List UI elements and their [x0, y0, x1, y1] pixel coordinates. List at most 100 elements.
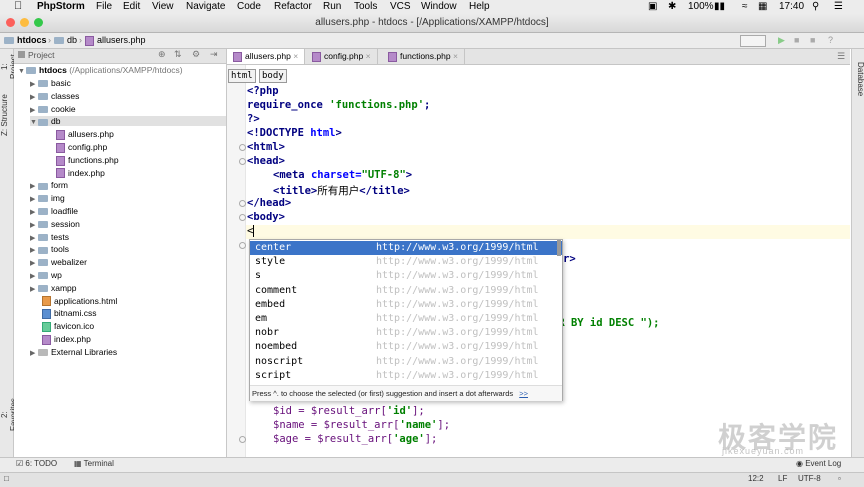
project-tool-button[interactable]: 1: Project: [0, 53, 18, 81]
expand-arrow-icon[interactable]: ▶: [30, 208, 38, 216]
event-log-button[interactable]: ◉ Event Log: [796, 459, 841, 468]
expand-arrow-icon[interactable]: ▶: [30, 93, 38, 101]
tree-item[interactable]: bitnami.css: [42, 308, 97, 320]
scroll-from-source-icon[interactable]: ⇅: [174, 49, 182, 60]
menu-view[interactable]: View: [152, 1, 174, 12]
input-icon[interactable]: ▦: [758, 1, 767, 12]
gear-icon[interactable]: ⚙: [192, 49, 200, 60]
bluetooth-icon[interactable]: ✱: [668, 1, 676, 12]
expand-arrow-icon[interactable]: ▶: [30, 106, 38, 114]
expand-arrow-icon[interactable]: ▶: [30, 259, 38, 267]
tree-item[interactable]: ▶ tools: [30, 244, 69, 254]
completion-item[interactable]: nobr http://www.w3.org/1999/html: [250, 326, 562, 340]
hide-panel-icon[interactable]: ⇥: [210, 49, 218, 60]
stop-icon[interactable]: ■: [810, 35, 815, 45]
lock-icon[interactable]: ▫: [838, 474, 841, 483]
completion-item[interactable]: center http://www.w3.org/1999/html: [250, 241, 562, 255]
menu-code[interactable]: Code: [237, 1, 261, 12]
menu-file[interactable]: File: [96, 1, 112, 12]
screen-record-icon[interactable]: ▣: [648, 1, 657, 12]
tree-item[interactable]: ▶ wp: [30, 270, 62, 280]
todo-tool-button[interactable]: ☑ 6: TODO: [16, 459, 57, 468]
expand-arrow-icon[interactable]: ▶: [30, 349, 38, 357]
tree-item[interactable]: ▶ loadfile: [30, 206, 78, 216]
expand-arrow-icon[interactable]: ▶: [30, 221, 38, 229]
collapse-icon[interactable]: ⊕: [158, 49, 166, 60]
tree-item[interactable]: allusers.php: [56, 129, 114, 140]
collapse-arrow-icon[interactable]: ▼: [30, 119, 38, 126]
apple-icon[interactable]: : [14, 0, 22, 12]
completion-item[interactable]: noscript http://www.w3.org/1999/html: [250, 355, 562, 369]
completion-item[interactable]: em http://www.w3.org/1999/html: [250, 312, 562, 326]
completion-item[interactable]: comment http://www.w3.org/1999/html: [250, 284, 562, 298]
help-icon[interactable]: ?: [828, 35, 833, 45]
breadcrumb-db[interactable]: db: [54, 35, 77, 45]
fold-marker-icon[interactable]: [239, 436, 246, 443]
expand-arrow-icon[interactable]: ▶: [30, 182, 38, 190]
menu-refactor[interactable]: Refactor: [274, 1, 312, 12]
menu-navigate[interactable]: Navigate: [186, 1, 225, 12]
status-toggle-icon[interactable]: □: [4, 474, 9, 483]
completion-item[interactable]: s http://www.w3.org/1999/html: [250, 269, 562, 283]
run-config-dropdown[interactable]: [740, 35, 766, 47]
database-tool-button[interactable]: Database: [852, 55, 864, 103]
breadcrumb-file[interactable]: allusers.php: [85, 35, 146, 46]
tree-item[interactable]: config.php: [56, 142, 107, 153]
app-name[interactable]: PhpStorm: [37, 1, 85, 12]
tab-allusers[interactable]: allusers.php ×: [227, 49, 306, 64]
tree-item[interactable]: ▶ tests: [30, 232, 69, 242]
tree-item[interactable]: index.php: [42, 334, 91, 345]
editor-breadcrumb-body[interactable]: body: [259, 69, 287, 83]
close-tab-icon[interactable]: ×: [293, 51, 298, 61]
tree-item[interactable]: ▶ cookie: [30, 104, 76, 114]
completion-item[interactable]: noembed http://www.w3.org/1999/html: [250, 340, 562, 354]
expand-arrow-icon[interactable]: ▶: [30, 246, 38, 254]
project-view-icon[interactable]: [18, 51, 25, 58]
search-icon[interactable]: ⚲: [812, 1, 819, 12]
tree-item[interactable]: functions.php: [56, 155, 119, 166]
structure-tool-button[interactable]: Z: Structure: [0, 89, 13, 141]
run-icon[interactable]: ▶: [778, 35, 785, 46]
expand-arrow-icon[interactable]: ▶: [30, 272, 38, 280]
tree-item[interactable]: ▶ classes: [30, 91, 79, 101]
tab-list-icon[interactable]: ☰: [837, 51, 845, 62]
line-separator[interactable]: LF: [778, 474, 787, 483]
close-tab-icon[interactable]: ×: [366, 51, 371, 61]
tree-item[interactable]: ▶ webalizer: [30, 257, 87, 267]
file-encoding[interactable]: UTF-8: [798, 474, 821, 483]
tree-item[interactable]: ▶ basic: [30, 78, 71, 88]
tree-item[interactable]: favicon.ico: [42, 321, 94, 332]
fold-marker-icon[interactable]: [239, 214, 246, 221]
menu-edit[interactable]: Edit: [123, 1, 140, 12]
menu-help[interactable]: Help: [469, 1, 490, 12]
fold-marker-icon[interactable]: [239, 144, 246, 151]
expand-arrow-icon[interactable]: ▶: [30, 285, 38, 293]
clock[interactable]: 17:40: [779, 1, 804, 12]
tree-item[interactable]: ▶ img: [30, 193, 65, 203]
editor-gutter[interactable]: [227, 65, 246, 457]
breadcrumb-htdocs[interactable]: htdocs: [4, 35, 47, 45]
hint-more-link[interactable]: >>: [519, 389, 528, 398]
tab-config[interactable]: config.php ×: [306, 49, 378, 64]
popup-scrollbar[interactable]: [557, 240, 561, 256]
terminal-tool-button[interactable]: ▦ Terminal: [74, 459, 114, 468]
wifi-icon[interactable]: ≈: [742, 1, 748, 12]
fold-marker-icon[interactable]: [239, 200, 246, 207]
menu-tools[interactable]: Tools: [354, 1, 377, 12]
menu-vcs[interactable]: VCS: [390, 1, 411, 12]
notification-icon[interactable]: ☰: [834, 1, 843, 12]
favorites-tool-button[interactable]: 2: Favorites: [0, 395, 18, 435]
editor-breadcrumb-html[interactable]: html: [228, 69, 256, 83]
battery-icon[interactable]: ▮▮: [714, 1, 725, 12]
fold-marker-icon[interactable]: [239, 158, 246, 165]
tree-item[interactable]: ▶ session: [30, 219, 80, 229]
tree-item[interactable]: ▼ db: [30, 116, 226, 127]
tree-item[interactable]: applications.html: [42, 296, 117, 307]
tree-item[interactable]: ▶ External Libraries: [30, 347, 117, 357]
caret-position[interactable]: 12:2: [748, 474, 764, 483]
completion-item[interactable]: script http://www.w3.org/1999/html: [250, 369, 562, 383]
project-view-selector[interactable]: Project: [28, 50, 54, 60]
tree-item[interactable]: ▶ form: [30, 180, 68, 190]
close-tab-icon[interactable]: ×: [453, 51, 458, 61]
menu-run[interactable]: Run: [323, 1, 341, 12]
